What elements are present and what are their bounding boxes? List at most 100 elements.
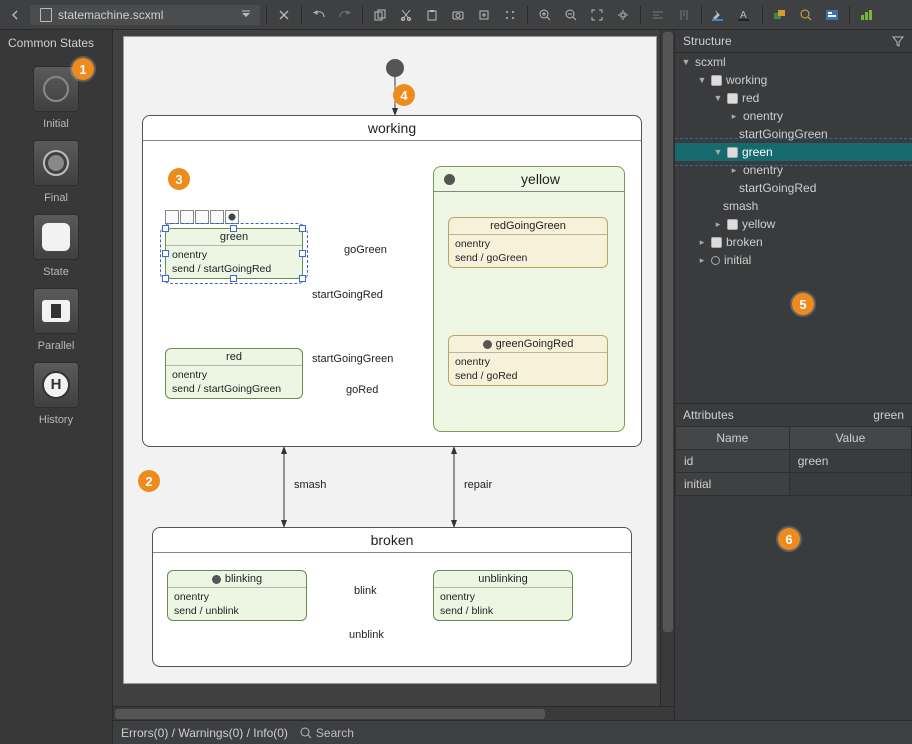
- fit-icon[interactable]: [586, 4, 608, 26]
- export-icon[interactable]: [473, 4, 495, 26]
- tree-node-broken[interactable]: ▸broken: [675, 233, 912, 251]
- onentry-label: onentry: [172, 368, 296, 382]
- font-color-icon[interactable]: A: [734, 4, 756, 26]
- final-state-icon: [43, 150, 69, 176]
- state-redGoingGreen[interactable]: redGoingGreen onentry send / goGreen: [448, 217, 608, 268]
- tree-node-working[interactable]: ▼working: [675, 71, 912, 89]
- tree-node-red-onentry[interactable]: ▸onentry: [675, 107, 912, 125]
- action-label: send / unblink: [174, 604, 300, 618]
- parallel-icon: [42, 300, 70, 322]
- pan-icon[interactable]: [612, 4, 634, 26]
- align-left-icon[interactable]: [647, 4, 669, 26]
- attr-row[interactable]: initial: [676, 473, 912, 496]
- snapshot-icon[interactable]: [447, 4, 469, 26]
- diagram-canvas[interactable]: working green onentry send / startGoingR…: [123, 36, 657, 684]
- state-label: green: [220, 231, 248, 243]
- callout-4: 4: [393, 84, 415, 106]
- edge-label: unblink: [349, 629, 384, 641]
- palette-panel: Common States Initial Final State Parall…: [0, 30, 113, 744]
- structure-tree[interactable]: ▼scxml ▼working ▼red ▸onentry startGoing…: [675, 53, 912, 403]
- state-greenGoingRed[interactable]: greenGoingRed onentry send / goRed: [448, 335, 608, 386]
- tree-node-yellow[interactable]: ▸yellow: [675, 215, 912, 233]
- palette-item-history[interactable]: H History: [23, 362, 89, 426]
- palette-item-final[interactable]: Final: [23, 140, 89, 204]
- callout-2: 2: [138, 470, 160, 492]
- file-name: statemachine.scxml: [58, 8, 163, 22]
- right-panels: Structure ▼scxml ▼working ▼red ▸onentry …: [674, 30, 912, 720]
- state-label: yellow: [521, 171, 560, 187]
- align-top-icon[interactable]: [673, 4, 695, 26]
- tree-node-green-sgr[interactable]: startGoingRed: [675, 179, 912, 197]
- initial-marker-icon: [212, 575, 221, 584]
- tree-node-red[interactable]: ▼red: [675, 89, 912, 107]
- edge-label: blink: [354, 585, 377, 597]
- find-icon[interactable]: [795, 4, 817, 26]
- tree-node-scxml[interactable]: ▼scxml: [675, 53, 912, 71]
- tool-state-icon[interactable]: [180, 210, 194, 224]
- selection-toolbar[interactable]: [165, 210, 239, 224]
- callout-5: 5: [792, 293, 814, 315]
- edge-label: goRed: [346, 384, 378, 396]
- palette-label: Initial: [43, 118, 69, 130]
- canvas-scroll-vertical[interactable]: [660, 30, 674, 706]
- history-icon: H: [42, 371, 70, 399]
- callout-6: 6: [778, 528, 800, 550]
- palette-label: Parallel: [38, 340, 75, 352]
- paste-icon[interactable]: [421, 4, 443, 26]
- state-label: redGoingGreen: [490, 220, 566, 232]
- callout-3: 3: [168, 168, 190, 190]
- tool-transition-icon[interactable]: [165, 210, 179, 224]
- layers-icon[interactable]: [769, 4, 791, 26]
- stats-icon[interactable]: [856, 4, 878, 26]
- edge-label: repair: [464, 479, 492, 491]
- state-working[interactable]: working green onentry send / startGoingR…: [142, 115, 642, 447]
- callout-1: 1: [72, 58, 94, 80]
- tree-node-initial[interactable]: ▸initial: [675, 251, 912, 269]
- undo-icon[interactable]: [308, 4, 330, 26]
- onentry-label: onentry: [455, 237, 601, 251]
- redo-icon[interactable]: [334, 4, 356, 26]
- zoom-in-icon[interactable]: [534, 4, 556, 26]
- cut-icon[interactable]: [395, 4, 417, 26]
- tool-final-icon[interactable]: [225, 210, 239, 224]
- issues-summary[interactable]: Errors(0) / Warnings(0) / Info(0): [121, 726, 288, 740]
- state-yellow[interactable]: yellow redGoingGreen onentry send / goGr…: [433, 166, 625, 432]
- grid-icon[interactable]: [499, 4, 521, 26]
- palette-item-state[interactable]: State: [23, 214, 89, 278]
- state-red[interactable]: red onentry send / startGoingGreen: [165, 348, 303, 399]
- diagram-initial-dot[interactable]: [386, 59, 404, 77]
- zoom-out-icon[interactable]: [560, 4, 582, 26]
- palette-item-parallel[interactable]: Parallel: [23, 288, 89, 352]
- canvas-scroll-horizontal[interactable]: [113, 706, 674, 720]
- state-label: red: [226, 351, 242, 363]
- tree-node-smash[interactable]: smash: [675, 197, 912, 215]
- attributes-panel: Attributes green NameValue idgreen initi…: [675, 403, 912, 496]
- back-icon[interactable]: [4, 4, 26, 26]
- action-label: send / blink: [440, 604, 566, 618]
- tree-node-green[interactable]: ▼green: [675, 143, 912, 161]
- tool-history-icon[interactable]: [210, 210, 224, 224]
- filter-icon[interactable]: [892, 35, 904, 47]
- tool-parallel-icon[interactable]: [195, 210, 209, 224]
- action-label: send / startGoingGreen: [172, 382, 296, 396]
- tree-node-red-sgg[interactable]: startGoingGreen: [675, 125, 912, 143]
- fill-color-icon[interactable]: [708, 4, 730, 26]
- state-green[interactable]: green onentry send / startGoingRed: [165, 228, 303, 279]
- state-unblinking[interactable]: unblinking onentry send / blink: [433, 570, 573, 621]
- search-label: Search: [316, 726, 354, 740]
- attr-row[interactable]: idgreen: [676, 450, 912, 473]
- state-blinking[interactable]: blinking onentry send / unblink: [167, 570, 307, 621]
- props-icon[interactable]: [821, 4, 843, 26]
- tree-node-green-onentry[interactable]: ▸onentry: [675, 161, 912, 179]
- state-broken[interactable]: broken blinking onentry send / unblink u…: [152, 527, 632, 667]
- onentry-label: onentry: [172, 248, 296, 262]
- search-icon: [300, 727, 312, 739]
- copy-icon[interactable]: [369, 4, 391, 26]
- file-tab[interactable]: statemachine.scxml: [30, 5, 260, 25]
- canvas-area[interactable]: working green onentry send / startGoingR…: [113, 30, 674, 720]
- edge-label: smash: [294, 479, 326, 491]
- state-label: greenGoingRed: [496, 338, 574, 350]
- close-icon[interactable]: [273, 4, 295, 26]
- search-field[interactable]: Search: [300, 726, 354, 740]
- palette-label: Final: [44, 192, 68, 204]
